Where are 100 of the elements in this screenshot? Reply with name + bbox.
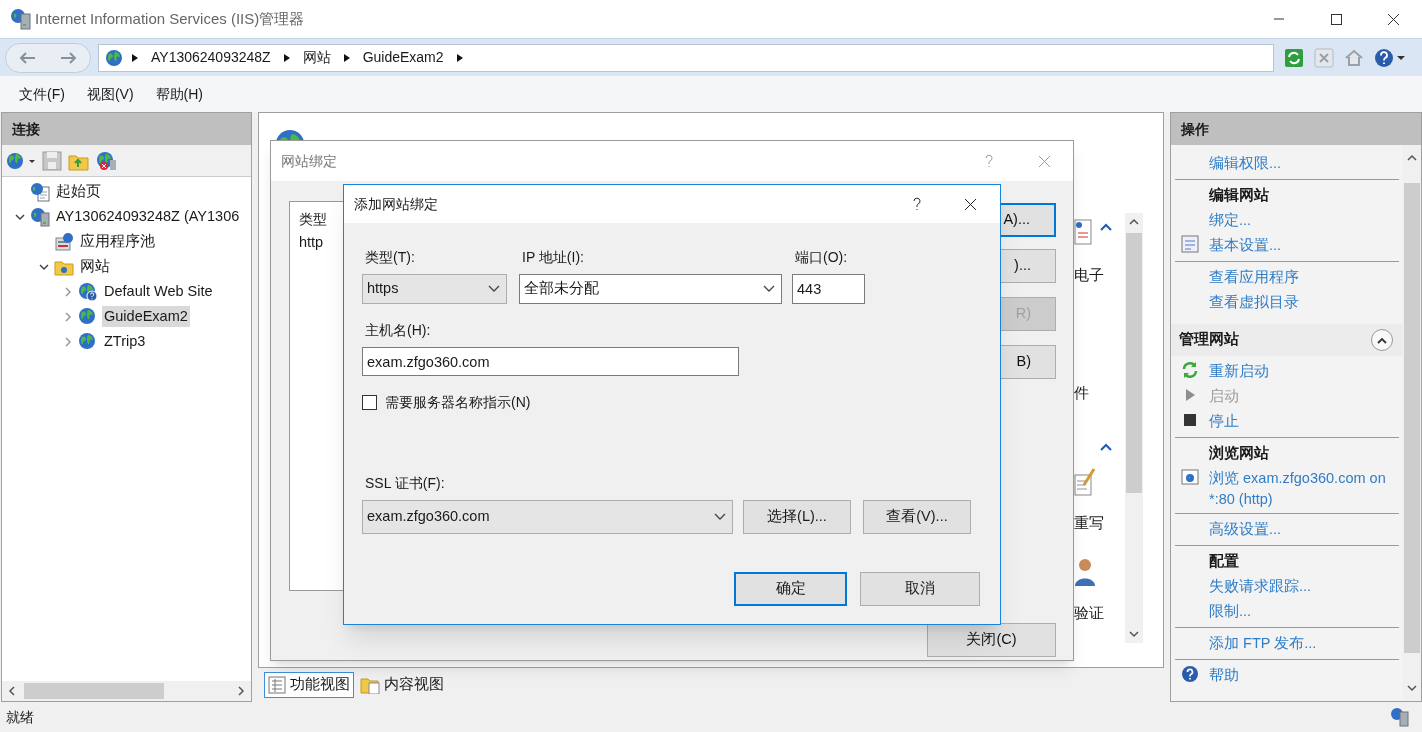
collapse-chevron-icon[interactable]	[63, 311, 73, 322]
disconnect-icon[interactable]	[96, 150, 118, 171]
field-label: SSL 证书(F):	[364, 474, 446, 493]
action-link[interactable]: 添加 FTP 发布...	[1209, 631, 1317, 654]
tree-item[interactable]: 网站	[78, 255, 112, 278]
back-arrow-icon	[18, 50, 36, 65]
feature-label[interactable]: 验证	[1074, 603, 1104, 625]
feature-label[interactable]: 件	[1074, 383, 1089, 405]
globe-icon	[78, 306, 98, 327]
action-link[interactable]: 绑定...	[1209, 208, 1252, 231]
view-tab[interactable]: 功能视图	[264, 672, 354, 698]
iis-server-icon	[10, 8, 32, 30]
forward-arrow-icon	[60, 50, 78, 65]
action-link[interactable]: 查看虚拟目录	[1209, 290, 1299, 313]
field-label: IP 地址(I):	[521, 248, 585, 267]
breadcrumb-link[interactable]: 网站	[298, 47, 335, 68]
pane-header: 连接	[2, 113, 251, 145]
refresh-icon[interactable]	[1284, 47, 1304, 68]
breadcrumb-link[interactable]: GuideExam2	[358, 47, 448, 68]
features-grid-icon	[268, 676, 286, 694]
action-link[interactable]: 限制...	[1209, 599, 1252, 622]
action-link[interactable]: 编辑权限...	[1209, 151, 1282, 174]
type-dropdown[interactable]: https	[362, 274, 507, 304]
menu-item[interactable]: 文件(F)	[10, 83, 74, 105]
field-label: 主机名(H):	[364, 321, 432, 340]
maximize-icon	[1330, 12, 1343, 26]
field-label: 类型(T):	[364, 248, 416, 267]
stop-icon[interactable]	[1314, 47, 1334, 68]
tree-item[interactable]: AY130624093248Z (AY1306	[54, 205, 242, 228]
group-title: 管理网站	[1179, 330, 1239, 350]
feature-label[interactable]: 电子	[1074, 265, 1104, 287]
vertical-scrollbar[interactable]	[1403, 145, 1421, 701]
collapse-chevron-icon[interactable]	[63, 336, 73, 347]
section-heading: 浏览网站	[1208, 443, 1270, 463]
expand-chevron-icon[interactable]	[15, 211, 25, 222]
feature-label[interactable]: 重写	[1074, 513, 1104, 535]
chevron-icon	[455, 52, 464, 63]
action-link[interactable]: 浏览 exam.zfgo360.com on *:80 (http)	[1209, 466, 1391, 510]
collapse-chevron-icon[interactable]	[63, 286, 73, 297]
menu-item[interactable]: 视图(V)	[77, 83, 143, 105]
action-link[interactable]: 重新启动	[1209, 359, 1269, 382]
action-link[interactable]: 查看应用程序	[1209, 265, 1299, 288]
scroll-down-icon	[1128, 629, 1140, 639]
help-icon[interactable]	[912, 197, 922, 211]
action-link[interactable]: 帮助	[1209, 663, 1239, 686]
tree-item[interactable]: 起始页	[54, 180, 103, 203]
port-field[interactable]: 443	[792, 274, 865, 304]
tree-item[interactable]: GuideExam2	[102, 305, 190, 328]
ok-button[interactable]: 确定	[734, 572, 847, 606]
breadcrumb-link[interactable]: AY130624093248Z	[147, 47, 275, 68]
horizontal-scrollbar[interactable]	[2, 681, 251, 701]
vertical-scrollbar[interactable]	[1125, 213, 1143, 643]
close-icon[interactable]	[964, 197, 977, 211]
tree-item[interactable]: Default Web Site	[102, 280, 215, 303]
globe-question-icon	[78, 281, 98, 302]
view-tab[interactable]: 内容视图	[356, 672, 448, 698]
home-icon[interactable]	[1344, 47, 1364, 68]
collapse-button[interactable]	[1371, 329, 1393, 351]
hostname-field[interactable]: exam.zfgo360.com	[362, 347, 739, 376]
dropdown-caret-icon	[763, 285, 775, 293]
checkbox-label[interactable]: 需要服务器名称指示(N)	[385, 392, 531, 413]
folder-document-icon	[360, 676, 380, 694]
dialog-button[interactable]: 关闭(C)	[927, 623, 1056, 657]
save-icon[interactable]	[42, 150, 62, 171]
application-pool-icon	[54, 231, 74, 252]
menu-item[interactable]: 帮助(H)	[146, 83, 212, 105]
action-link[interactable]: 停止	[1209, 409, 1239, 432]
tree-item[interactable]: ZTrip3	[102, 330, 148, 353]
dropdown-caret-icon	[714, 513, 726, 521]
scroll-up-icon	[1128, 217, 1140, 227]
dialog-button[interactable]: 查看(V)...	[863, 500, 971, 534]
browser-window-icon	[1181, 468, 1199, 486]
section-heading: 配置	[1208, 551, 1240, 571]
window-title: Internet Information Services (IIS)管理器	[35, 8, 305, 29]
start-page-icon	[30, 181, 50, 202]
address-bar[interactable]: AY130624093248Z 网站 GuideExam2	[98, 43, 1274, 72]
refresh-icon	[1181, 361, 1199, 379]
checkbox[interactable]	[362, 395, 377, 410]
dialog-title: 添加网站绑定	[354, 194, 438, 214]
help-icon[interactable]	[1374, 47, 1406, 68]
dialog-button[interactable]: 选择(L)...	[743, 500, 851, 534]
chevron-icon	[1377, 336, 1387, 344]
connect-globe-icon[interactable]	[6, 150, 36, 171]
expand-chevron-icon[interactable]	[39, 261, 49, 272]
close-icon	[1387, 12, 1400, 26]
ip-address-dropdown[interactable]: 全部未分配	[519, 274, 782, 304]
collapse-group-icon[interactable]	[1100, 443, 1112, 451]
collapse-group-icon[interactable]	[1100, 223, 1112, 231]
action-link[interactable]: 基本设置...	[1209, 233, 1282, 256]
status-text: 就绪	[6, 707, 34, 727]
help-icon	[1181, 665, 1199, 683]
table-cell-text: http	[299, 233, 324, 253]
column-header[interactable]: 类型	[299, 209, 327, 230]
chevron-icon	[282, 52, 291, 63]
dropdown-caret-icon	[488, 285, 500, 293]
action-link[interactable]: 失败请求跟踪...	[1209, 574, 1312, 597]
tree-item[interactable]: 应用程序池	[78, 230, 157, 253]
cancel-button[interactable]: 取消	[860, 572, 980, 606]
ssl-certificate-dropdown[interactable]: exam.zfgo360.com	[362, 500, 733, 534]
action-link[interactable]: 高级设置...	[1209, 517, 1282, 540]
